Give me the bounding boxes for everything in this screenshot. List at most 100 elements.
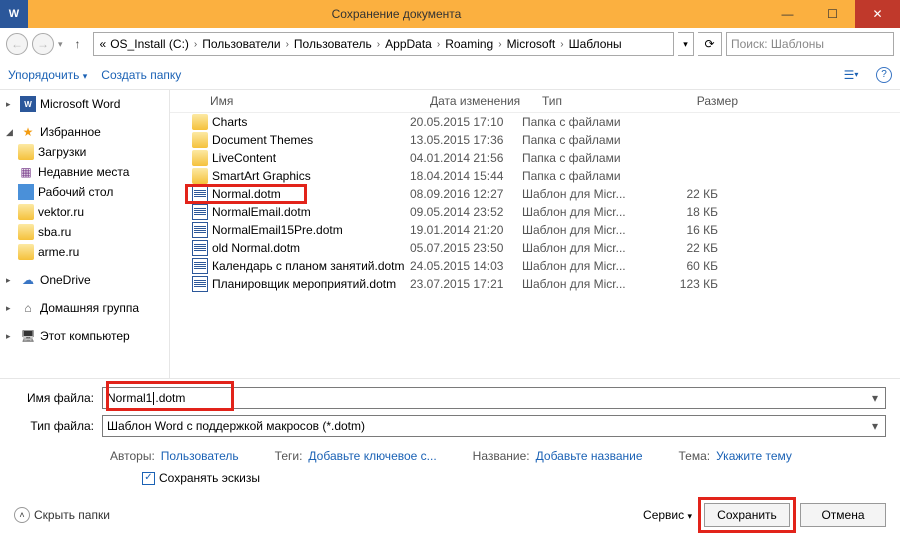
column-name[interactable]: Имя <box>210 94 430 108</box>
title-value[interactable]: Добавьте название <box>536 449 643 463</box>
service-menu[interactable]: Сервис ▾ <box>643 508 692 522</box>
breadcrumb-prefix: « <box>98 37 109 51</box>
sidebar-item-favorites[interactable]: ◢★Избранное <box>0 122 169 142</box>
filename-text-after: .dotm <box>155 391 185 405</box>
text-caret <box>153 392 154 405</box>
chevron-right-icon: › <box>374 39 383 50</box>
chevron-down-icon[interactable]: ▾ <box>867 418 883 434</box>
sidebar-item-desktop[interactable]: Рабочий стол <box>0 182 169 202</box>
file-date: 24.05.2015 14:03 <box>410 259 522 273</box>
breadcrumb-seg-0[interactable]: OS_Install (C:) <box>108 37 191 51</box>
cancel-button[interactable]: Отмена <box>800 503 886 527</box>
folder-icon <box>18 244 34 260</box>
file-size: 22 КБ <box>648 241 718 255</box>
pc-icon: 🖥 <box>20 328 36 344</box>
file-name: NormalEmail.dotm <box>212 205 311 219</box>
topic-value[interactable]: Укажите тему <box>716 449 792 463</box>
file-row[interactable]: SmartArt Graphics18.04.2014 15:44Папка с… <box>170 167 900 185</box>
tags-label: Теги: <box>275 449 303 463</box>
refresh-button[interactable]: ⟳ <box>698 32 722 56</box>
file-name: Планировщик мероприятий.dotm <box>212 277 396 291</box>
sidebar-item-sba[interactable]: sba.ru <box>0 222 169 242</box>
sidebar-item-downloads[interactable]: Загрузки <box>0 142 169 162</box>
file-row[interactable]: NormalEmail15Pre.dotm19.01.2014 21:20Шаб… <box>170 221 900 239</box>
save-thumbnails-checkbox[interactable]: ✓ <box>142 472 155 485</box>
hide-folders-button[interactable]: ˄Скрыть папки <box>14 507 110 523</box>
file-name: Normal.dotm <box>212 187 281 201</box>
sidebar-item-arme[interactable]: arme.ru <box>0 242 169 262</box>
folder-icon <box>192 150 208 166</box>
file-date: 23.07.2015 17:21 <box>410 277 522 291</box>
file-type: Шаблон для Micr... <box>522 187 648 201</box>
sidebar-item-vektor[interactable]: vektor.ru <box>0 202 169 222</box>
new-folder-button[interactable]: Создать папку <box>101 68 181 82</box>
file-row[interactable]: Normal.dotm 08.09.2016 12:27Шаблон для Mi… <box>170 185 900 203</box>
file-row[interactable]: Charts20.05.2015 17:10Папка с файлами <box>170 113 900 131</box>
file-size: 22 КБ <box>648 187 718 201</box>
sidebar-item-thispc[interactable]: ▸🖥Этот компьютер <box>0 326 169 346</box>
breadcrumb-seg-3[interactable]: AppData <box>383 37 434 51</box>
file-date: 08.09.2016 12:27 <box>410 187 522 201</box>
breadcrumb[interactable]: « OS_Install (C:)› Пользователи› Пользов… <box>93 32 674 56</box>
folder-icon <box>192 132 208 148</box>
file-list: Имя Дата изменения Тип Размер Charts20.0… <box>170 90 900 378</box>
file-name: Document Themes <box>212 133 313 147</box>
sidebar-item-word[interactable]: ▸WMicrosoft Word <box>0 94 169 114</box>
nav-up-button[interactable]: ↑ <box>67 33 89 55</box>
folder-icon <box>192 168 208 184</box>
file-name: Календарь с планом занятий.dotm <box>212 259 405 273</box>
sidebar-item-homegroup[interactable]: ▸⌂Домашняя группа <box>0 298 169 318</box>
file-size: 16 КБ <box>648 223 718 237</box>
authors-value[interactable]: Пользователь <box>161 449 239 463</box>
file-row[interactable]: Document Themes13.05.2015 17:36Папка с ф… <box>170 131 900 149</box>
file-name: SmartArt Graphics <box>212 169 311 183</box>
breadcrumb-seg-6[interactable]: Шаблоны <box>567 37 624 51</box>
file-row[interactable]: LiveContent04.01.2014 21:56Папка с файла… <box>170 149 900 167</box>
column-type[interactable]: Тип <box>542 94 668 108</box>
sidebar-item-recent[interactable]: ▦Недавние места <box>0 162 169 182</box>
maximize-button[interactable]: ☐ <box>810 0 855 28</box>
breadcrumb-seg-5[interactable]: Microsoft <box>505 37 558 51</box>
chevron-right-icon: › <box>557 39 566 50</box>
filename-input[interactable]: Normal1.dotm ▾ <box>102 387 886 409</box>
save-thumbnails-label[interactable]: Сохранять эскизы <box>159 471 260 485</box>
file-name: LiveContent <box>212 151 276 165</box>
column-size[interactable]: Размер <box>668 94 738 108</box>
homegroup-icon: ⌂ <box>20 300 36 316</box>
file-row[interactable]: old Normal.dotm05.07.2015 23:50Шаблон дл… <box>170 239 900 257</box>
change-view-button[interactable]: ☰ ▾ <box>840 64 862 86</box>
nav-back-button[interactable]: ← <box>6 33 28 55</box>
minimize-button[interactable]: — <box>765 0 810 28</box>
sidebar-item-onedrive[interactable]: ▸☁OneDrive <box>0 270 169 290</box>
nav-forward-button[interactable]: → <box>32 33 54 55</box>
document-icon <box>192 258 208 274</box>
help-button[interactable]: ? <box>876 67 892 83</box>
breadcrumb-seg-1[interactable]: Пользователи <box>200 37 282 51</box>
document-icon <box>192 276 208 292</box>
breadcrumb-seg-2[interactable]: Пользователь <box>292 37 374 51</box>
organize-menu[interactable]: Упорядочить ▾ <box>8 68 87 82</box>
search-input[interactable]: Поиск: Шаблоны <box>726 32 894 56</box>
filename-text-before: Normal1 <box>107 391 152 405</box>
breadcrumb-seg-4[interactable]: Roaming <box>443 37 495 51</box>
save-button[interactable]: Сохранить <box>704 503 790 527</box>
file-list-header: Имя Дата изменения Тип Размер <box>170 90 900 113</box>
breadcrumb-dropdown[interactable]: ▾ <box>678 32 694 56</box>
chevron-right-icon: › <box>191 39 200 50</box>
close-button[interactable]: ✕ <box>855 0 900 28</box>
tags-value[interactable]: Добавьте ключевое с... <box>308 449 436 463</box>
document-icon <box>192 186 208 202</box>
file-row[interactable]: Планировщик мероприятий.dotm 23.07.2015 1… <box>170 275 900 293</box>
file-date: 05.07.2015 23:50 <box>410 241 522 255</box>
file-date: 18.04.2014 15:44 <box>410 169 522 183</box>
file-row[interactable]: NormalEmail.dotm09.05.2014 23:52Шаблон д… <box>170 203 900 221</box>
file-row[interactable]: Календарь с планом занятий.dotm 24.05.201… <box>170 257 900 275</box>
filetype-value: Шаблон Word с поддержкой макросов (*.dot… <box>107 419 365 433</box>
filetype-select[interactable]: Шаблон Word с поддержкой макросов (*.dot… <box>102 415 886 437</box>
file-name: Charts <box>212 115 247 129</box>
recent-locations-dropdown[interactable]: ▾ <box>58 39 63 50</box>
star-icon: ★ <box>20 124 36 140</box>
chevron-down-icon[interactable]: ▾ <box>867 390 883 406</box>
column-date[interactable]: Дата изменения <box>430 94 542 108</box>
window-title: Сохранение документа <box>28 7 765 21</box>
